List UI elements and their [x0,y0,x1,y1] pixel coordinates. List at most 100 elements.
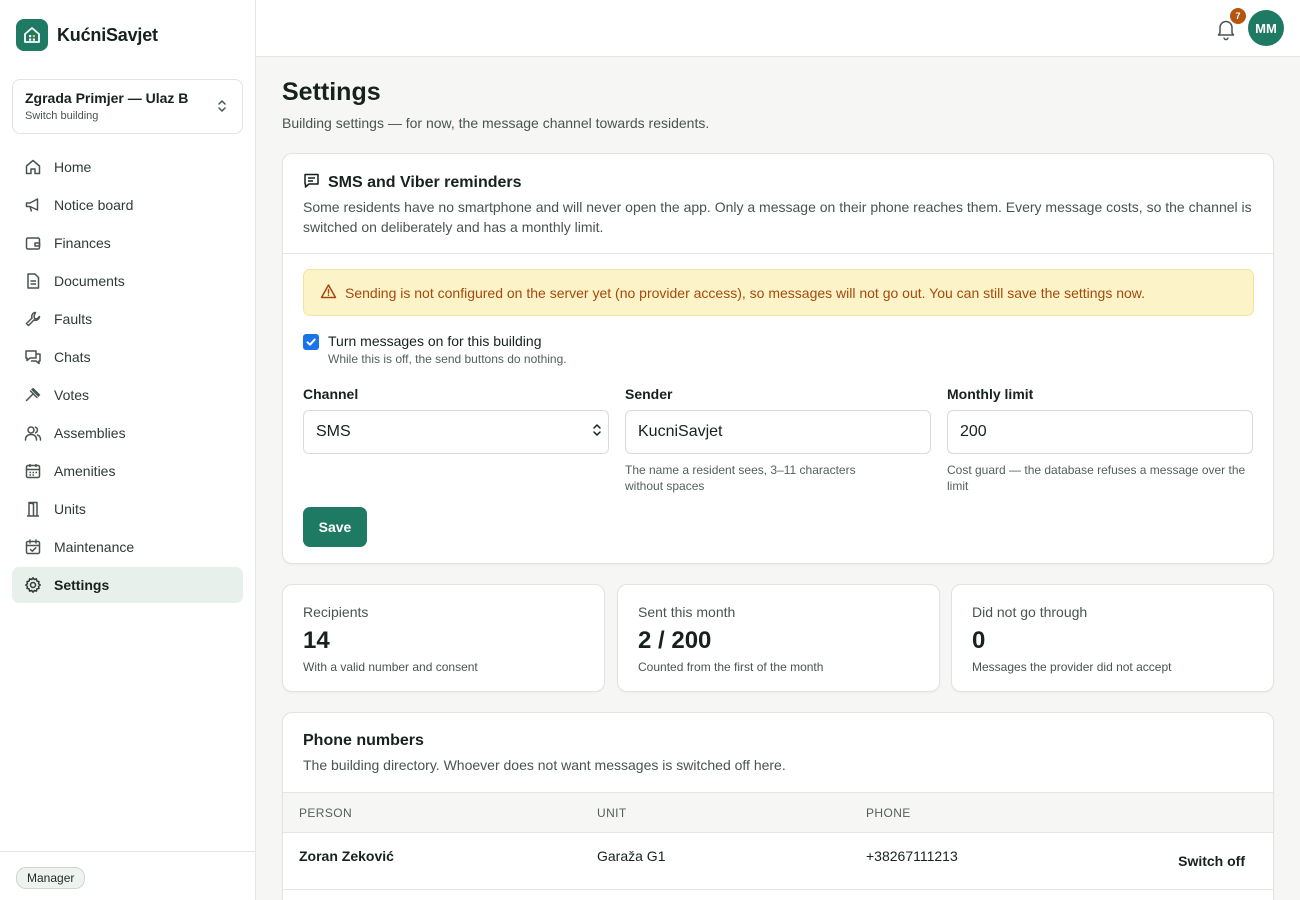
sidebar-item-amenities[interactable]: Amenities [12,453,243,489]
cell-phone: +38267111213 [866,848,958,864]
calendar-icon [24,462,42,480]
cell-person: Zoran Zeković [299,848,394,864]
stat-help: With a valid number and consent [303,660,478,674]
sidebar-item-label: Assemblies [54,425,126,441]
sidebar-item-settings[interactable]: Settings [12,567,243,603]
home-icon [24,158,42,176]
save-button[interactable]: Save [303,507,367,547]
sidebar-item-notice-board[interactable]: Notice board [12,187,243,223]
sidebar-item-faults[interactable]: Faults [12,301,243,337]
megaphone-icon [24,196,42,214]
door-icon [24,500,42,518]
channel-field: Channel SMS [303,386,609,454]
stat-card-recipients: Recipients 14 With a valid number and co… [282,584,605,692]
stat-label: Recipients [303,604,369,620]
wrench-icon [24,310,42,328]
sidebar-item-label: Units [54,501,86,517]
messages-toggle: Turn messages on for this building While… [303,333,567,366]
sidebar-item-label: Maintenance [54,539,135,555]
notification-count-badge: 7 [1230,8,1246,24]
sidebar-item-units[interactable]: Units [12,491,243,527]
channel-select[interactable]: SMS [303,410,609,454]
channel-selected-value: SMS [316,423,351,440]
brand[interactable]: KućniSavjet [16,19,158,51]
stat-value: 14 [303,627,330,654]
cell-unit: Garaža G1 [597,848,666,864]
warning-icon [320,283,337,303]
provider-warning: Sending is not configured on the server … [303,269,1254,316]
house-logo-icon [16,19,48,51]
sender-help: The name a resident sees, 3–11 character… [625,463,856,493]
document-icon [24,272,42,290]
stat-label: Sent this month [638,604,736,620]
warning-text: Sending is not configured on the server … [345,284,1146,301]
building-switch-hint: Switch building [25,110,99,122]
top-bar: 7 MM [256,0,1300,57]
sidebar-item-chats[interactable]: Chats [12,339,243,375]
sms-settings-card: SMS and Viber reminders Some residents h… [282,153,1274,564]
channel-label: Channel [303,386,359,402]
stat-value: 2 / 200 [638,627,712,654]
gear-icon [24,576,42,594]
monthly-limit-label: Monthly limit [947,386,1034,402]
avatar[interactable]: MM [1248,10,1284,46]
sender-label: Sender [625,386,673,402]
monthly-limit-help: Cost guard — the database refuses a mess… [947,463,1246,493]
phone-numbers-description: The building directory. Whoever does not… [303,757,786,773]
sidebar-item-label: Documents [54,273,125,289]
monthly-limit-input[interactable]: 200 [947,410,1253,454]
sidebar-item-maintenance[interactable]: Maintenance [12,529,243,565]
sidebar-item-label: Amenities [54,463,116,479]
page-subtitle: Building settings — for now, the message… [282,115,710,131]
stat-value: 0 [972,627,986,654]
stat-card-sent: Sent this month 2 / 200 Counted from the… [617,584,940,692]
chevron-up-down-icon [592,423,602,442]
sidebar-item-documents[interactable]: Documents [12,263,243,299]
sidebar-item-label: Home [54,159,92,175]
sidebar-item-votes[interactable]: Votes [12,377,243,413]
sms-card-title: SMS and Viber reminders [328,174,522,191]
sidebar-item-label: Notice board [54,197,134,213]
app-name: KućniSavjet [57,24,158,45]
sidebar-item-label: Finances [54,235,111,251]
chevron-up-down-icon [216,98,228,119]
gavel-icon [24,386,42,404]
sidebar: KućniSavjet Zgrada Primjer — Ulaz B Swit… [0,0,256,900]
sms-card-header: SMS and Viber reminders [303,172,522,194]
sidebar-item-finances[interactable]: Finances [12,225,243,261]
toggle-text: Turn messages on for this building While… [328,333,567,366]
table-header: PERSON UNIT PHONE [283,792,1273,833]
stat-label: Did not go through [972,604,1088,620]
sidebar-item-home[interactable]: Home [12,149,243,185]
divider [283,253,1273,254]
sender-field: Sender KucniSavjet The name a resident s… [625,386,931,494]
checkmark-icon [306,338,316,346]
users-icon [24,424,42,442]
stat-help: Messages the provider did not accept [972,660,1172,674]
sms-card-description: Some residents have no smartphone and wi… [303,199,1252,235]
messages-enabled-checkbox[interactable] [303,334,319,350]
messages-toggle-label[interactable]: Turn messages on for this building [328,333,567,349]
wallet-icon [24,234,42,252]
building-name: Zgrada Primjer — Ulaz B [25,90,189,106]
chat-icon [24,348,42,366]
switch-off-button[interactable]: Switch off [1178,853,1245,869]
stat-card-failed: Did not go through 0 Messages the provid… [951,584,1274,692]
phone-numbers-title: Phone numbers [303,732,424,749]
calendar-check-icon [24,538,42,556]
sidebar-footer: Manager [0,851,255,900]
sidebar-item-label: Settings [54,577,110,593]
sidebar-item-label: Votes [54,387,90,403]
sender-input[interactable]: KucniSavjet [625,410,931,454]
building-switcher[interactable]: Zgrada Primjer — Ulaz B Switch building [12,79,243,134]
sidebar-item-label: Chats [54,349,91,365]
sidebar-item-assemblies[interactable]: Assemblies [12,415,243,451]
monthly-limit-field: Monthly limit 200 Cost guard — the datab… [947,386,1253,494]
table-row: Zoran Zeković Garaža G1 +38267111213 Swi… [283,833,1273,890]
column-header-phone: PHONE [866,806,911,820]
sidebar-nav: Home Notice board Finances Documents Fau… [12,149,243,605]
page-title: Settings [282,78,381,106]
column-header-unit: UNIT [597,806,627,820]
messages-toggle-help: While this is off, the send buttons do n… [328,352,567,366]
message-icon [303,172,320,194]
